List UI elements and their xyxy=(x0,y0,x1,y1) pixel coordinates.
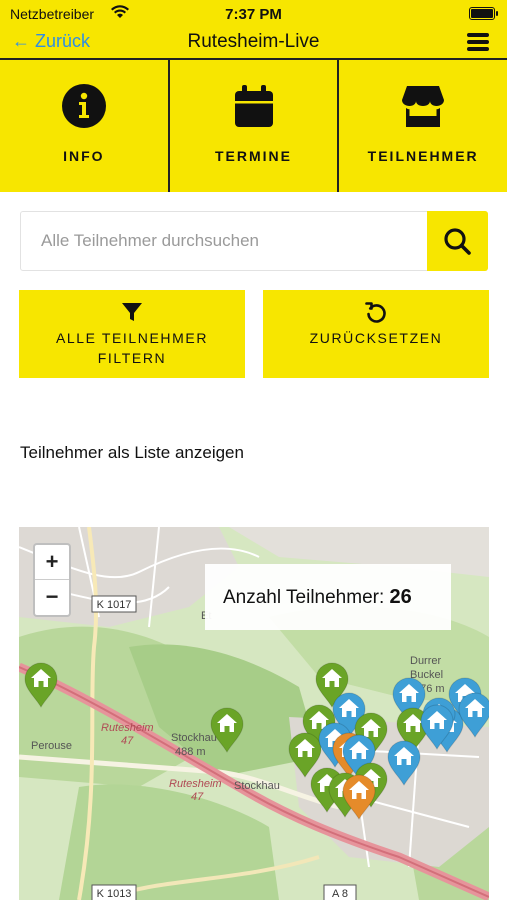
zoom-out-button[interactable]: − xyxy=(35,580,69,615)
participant-count-label: Anzahl Teilnehmer: xyxy=(223,587,385,608)
page-title: Rutesheim-Live xyxy=(187,31,320,52)
status-bar: Netzbetreiber 7:37 PM xyxy=(0,0,507,28)
reset-icon xyxy=(365,302,386,323)
map-marker-icon[interactable] xyxy=(458,692,489,738)
filter-button-label-2: FILTERN xyxy=(97,350,167,366)
calendar-icon xyxy=(234,85,273,127)
participant-count-box: Anzahl Teilnehmer: 26 xyxy=(205,564,451,630)
reset-button[interactable]: ZURÜCKSETZEN xyxy=(263,290,489,378)
participants-map[interactable]: K 1017 K 1013 A 8 Rutesheim 47 Rutesheim… xyxy=(19,527,489,900)
map-marker-icon[interactable] xyxy=(387,740,421,786)
nav-bar: ← Zurück Rutesheim-Live xyxy=(0,28,507,58)
hamburger-menu-icon[interactable] xyxy=(467,33,489,51)
tab-info[interactable]: INFO xyxy=(0,58,170,192)
zoom-in-button[interactable]: + xyxy=(35,545,69,580)
search-bar xyxy=(20,211,488,271)
tab-teilnehmer-label: TEILNEHMER xyxy=(367,148,479,164)
tab-termine[interactable]: TERMINE xyxy=(169,58,340,192)
battery-icon xyxy=(469,7,498,20)
filter-button[interactable]: ALLE TEILNEHMER FILTERN xyxy=(19,290,245,378)
funnel-icon xyxy=(122,303,142,321)
reset-button-label: ZURÜCKSETZEN xyxy=(309,330,443,346)
map-marker-icon[interactable] xyxy=(288,732,322,778)
map-marker-icon[interactable] xyxy=(210,707,244,753)
tab-teilnehmer[interactable]: TEILNEHMER xyxy=(339,58,507,192)
search-input[interactable] xyxy=(21,212,429,270)
filter-button-label-1: ALLE TEILNEHMER xyxy=(55,330,209,346)
main-tabs: INFO TERMINE TEILNEHMER xyxy=(0,58,507,192)
show-list-link[interactable]: Teilnehmer als Liste anzeigen xyxy=(20,443,244,463)
tab-info-label: INFO xyxy=(63,148,105,164)
status-time: 7:37 PM xyxy=(225,6,282,23)
store-icon xyxy=(402,86,445,127)
search-button[interactable] xyxy=(427,211,488,271)
info-icon xyxy=(61,84,106,128)
search-icon xyxy=(444,228,471,255)
zoom-control: + − xyxy=(33,543,71,617)
map-marker-icon[interactable] xyxy=(24,662,58,708)
participant-count-value: 26 xyxy=(389,586,412,608)
tab-termine-label: TERMINE xyxy=(215,148,292,164)
